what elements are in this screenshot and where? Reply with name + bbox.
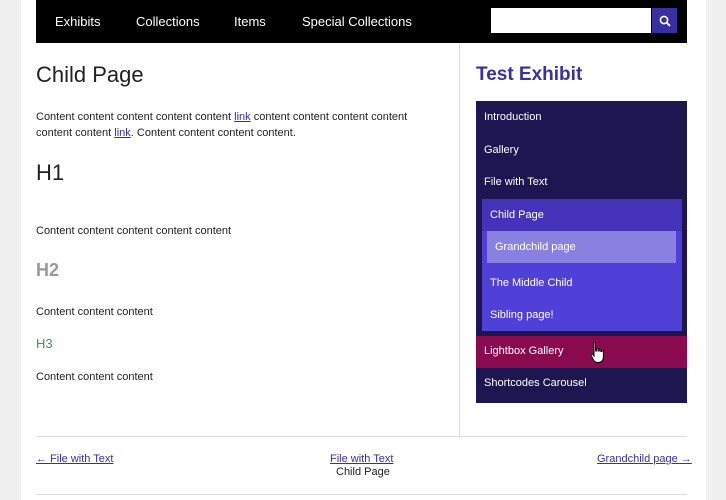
exhibit-nav-file-with-text[interactable]: File with Text [484, 176, 547, 188]
search-button[interactable] [652, 8, 677, 33]
heading-h2: H2 [36, 260, 60, 280]
paragraph-2: Content content content content content [36, 225, 232, 237]
nav-exhibits[interactable]: Exhibits [55, 14, 101, 29]
intro-text-1: Content content content content content [36, 111, 235, 123]
pager-top-divider [36, 436, 687, 437]
pager-previous-link[interactable]: ← File with Text [36, 453, 113, 465]
pager-current-page: Child Page [336, 466, 390, 478]
exhibit-nav-shortcodes-carousel[interactable]: Shortcodes Carousel [484, 377, 587, 389]
exhibit-nav-gallery[interactable]: Gallery [484, 144, 519, 156]
exhibit-title[interactable]: Test Exhibit [476, 64, 582, 86]
nav-items[interactable]: Items [234, 14, 266, 29]
pager-up-link[interactable]: File with Text [330, 453, 393, 465]
exhibit-nav-grandchild-page[interactable]: Grandchild page [495, 241, 576, 253]
exhibit-nav-sibling-page[interactable]: Sibling page! [490, 309, 554, 321]
column-divider [459, 43, 460, 436]
intro-paragraph: Content content content content content … [36, 109, 436, 141]
pager-next-link[interactable]: Grandchild page → [597, 453, 692, 465]
heading-h1: H1 [36, 160, 65, 185]
paragraph-3: Content content content [36, 306, 153, 318]
heading-h3: H3 [36, 336, 53, 351]
page-title: Child Page [36, 62, 144, 87]
hand-cursor-icon [590, 342, 604, 363]
content-link-2[interactable]: link [114, 127, 131, 139]
nav-collections[interactable]: Collections [136, 14, 200, 29]
exhibit-nav-introduction[interactable]: Introduction [484, 111, 541, 123]
content-link-1[interactable]: link [234, 111, 251, 123]
exhibit-nav-child-page[interactable]: Child Page [490, 209, 544, 221]
pager-bottom-divider [36, 494, 687, 495]
search-icon [659, 15, 671, 27]
exhibit-nav-lightbox-gallery[interactable]: Lightbox Gallery [484, 345, 564, 357]
nav-special-collections[interactable]: Special Collections [302, 14, 412, 29]
paragraph-4: Content content content [36, 371, 153, 383]
intro-text-3: . Content content content content. [130, 127, 296, 139]
exhibit-nav-middle-child[interactable]: The Middle Child [490, 277, 573, 289]
search-input[interactable] [491, 8, 651, 33]
